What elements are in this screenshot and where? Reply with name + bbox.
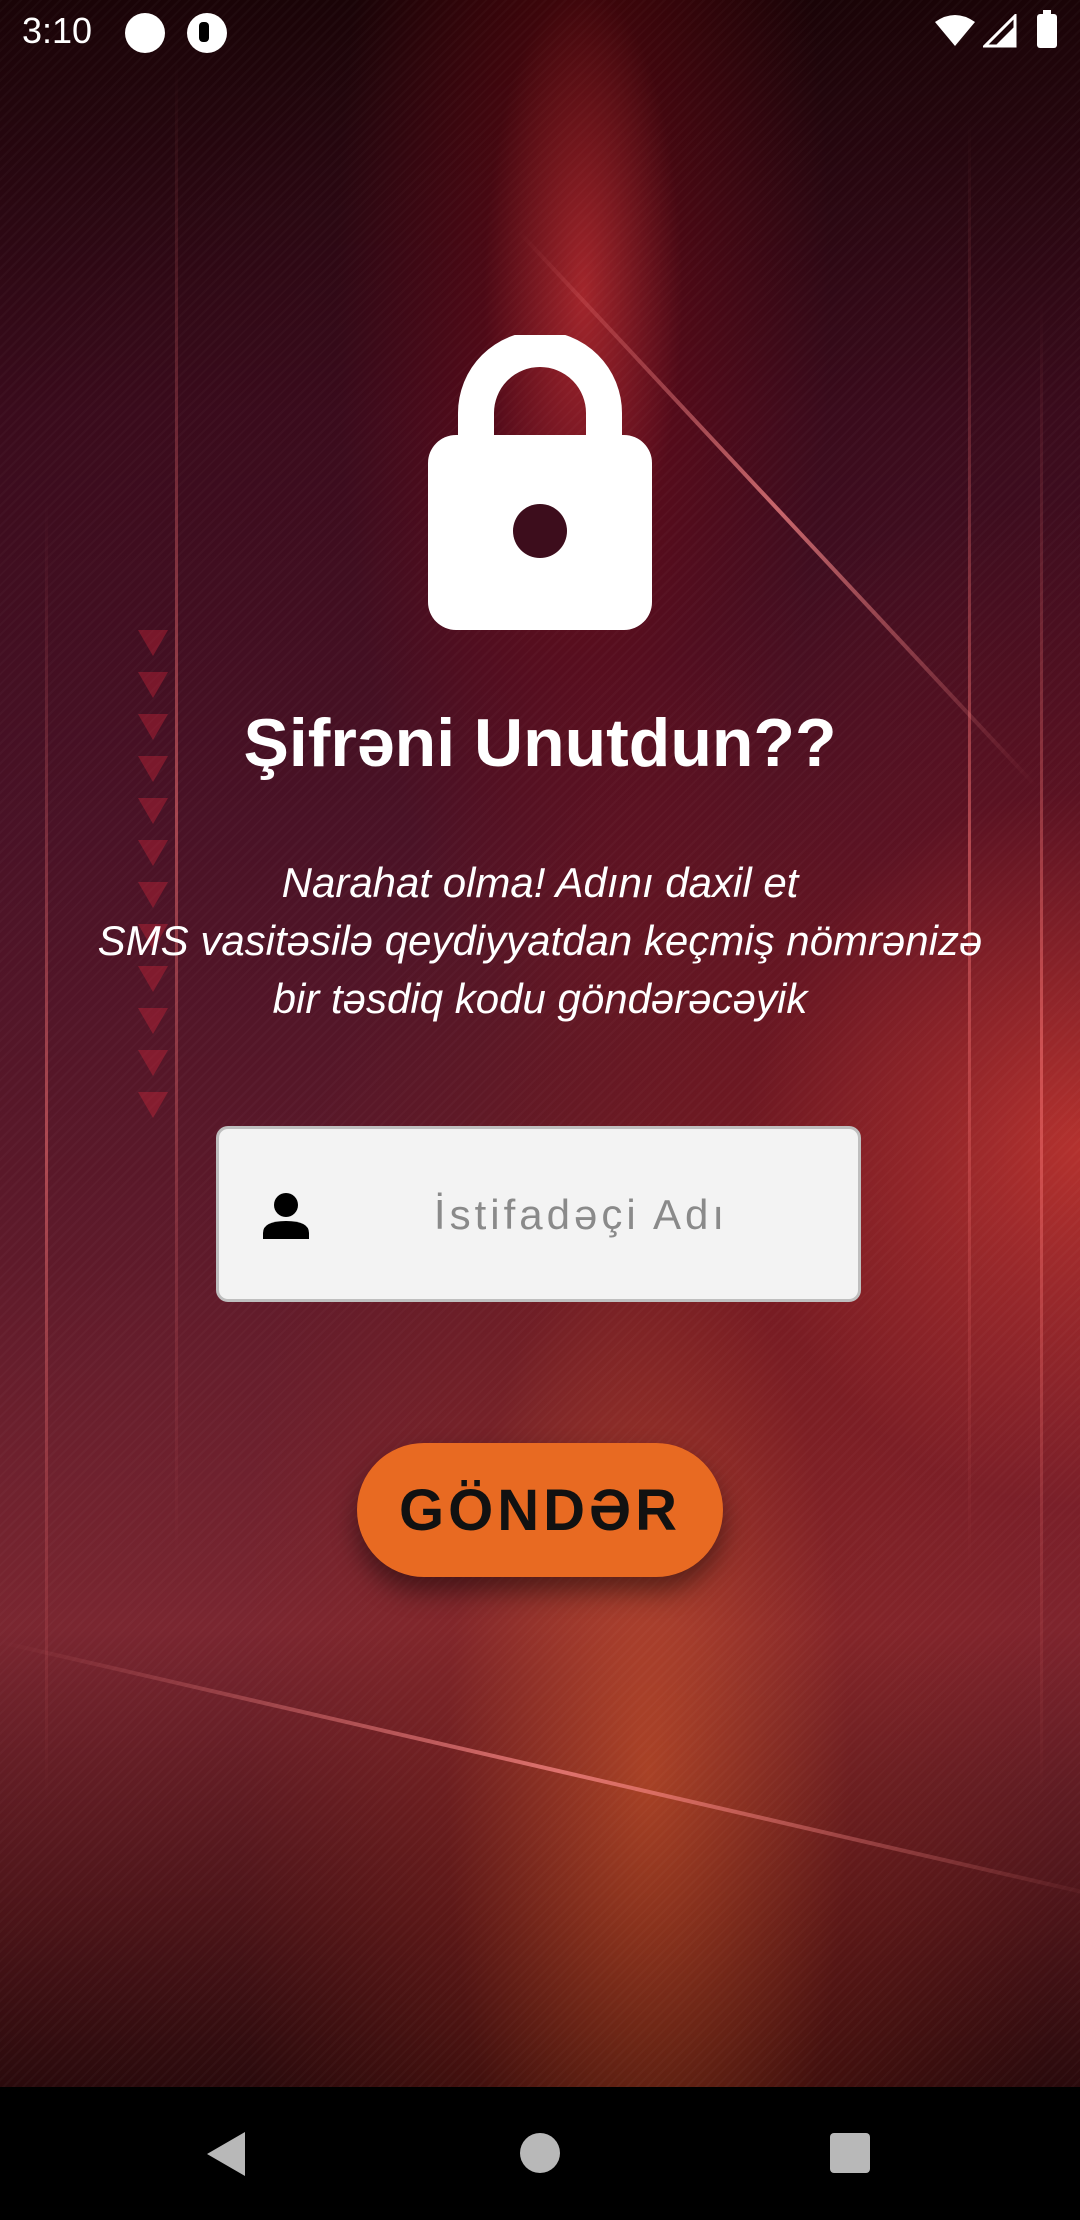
back-icon[interactable] xyxy=(203,2130,249,2178)
recents-icon[interactable] xyxy=(829,2132,871,2174)
home-icon[interactable] xyxy=(519,2132,561,2174)
app-notification-icon xyxy=(187,13,227,53)
page-title: Şifrəni Unutdun?? xyxy=(243,705,837,781)
username-field[interactable] xyxy=(216,1126,861,1302)
person-icon xyxy=(263,1193,309,1239)
status-time: 3:10 xyxy=(22,10,93,51)
instructions-line: Narahat olma! Adını daxil et xyxy=(281,859,799,906)
lock-icon xyxy=(428,335,652,630)
forgot-password-screen: 3:10 Şifrəni Unutdun?? Narahat olma! Adı… xyxy=(0,0,1080,2220)
instructions-line: bir təsdiq kodu göndərəcəyik xyxy=(272,975,808,1022)
instructions-line: SMS vasitəsilə qeydiyyatdan keçmiş nömrə… xyxy=(97,917,983,964)
background-image xyxy=(0,0,1080,2087)
send-button[interactable]: GÖNDƏR xyxy=(357,1443,723,1577)
signal-icon xyxy=(983,14,1017,48)
status-bar: 3:10 xyxy=(0,0,1080,66)
battery-icon xyxy=(1037,10,1057,48)
wifi-icon xyxy=(935,15,975,46)
instructions-text: Narahat olma! Adını daxil et SMS vasitəs… xyxy=(60,854,1020,1028)
username-input[interactable] xyxy=(329,1129,833,1301)
notification-dot-icon xyxy=(125,13,165,53)
